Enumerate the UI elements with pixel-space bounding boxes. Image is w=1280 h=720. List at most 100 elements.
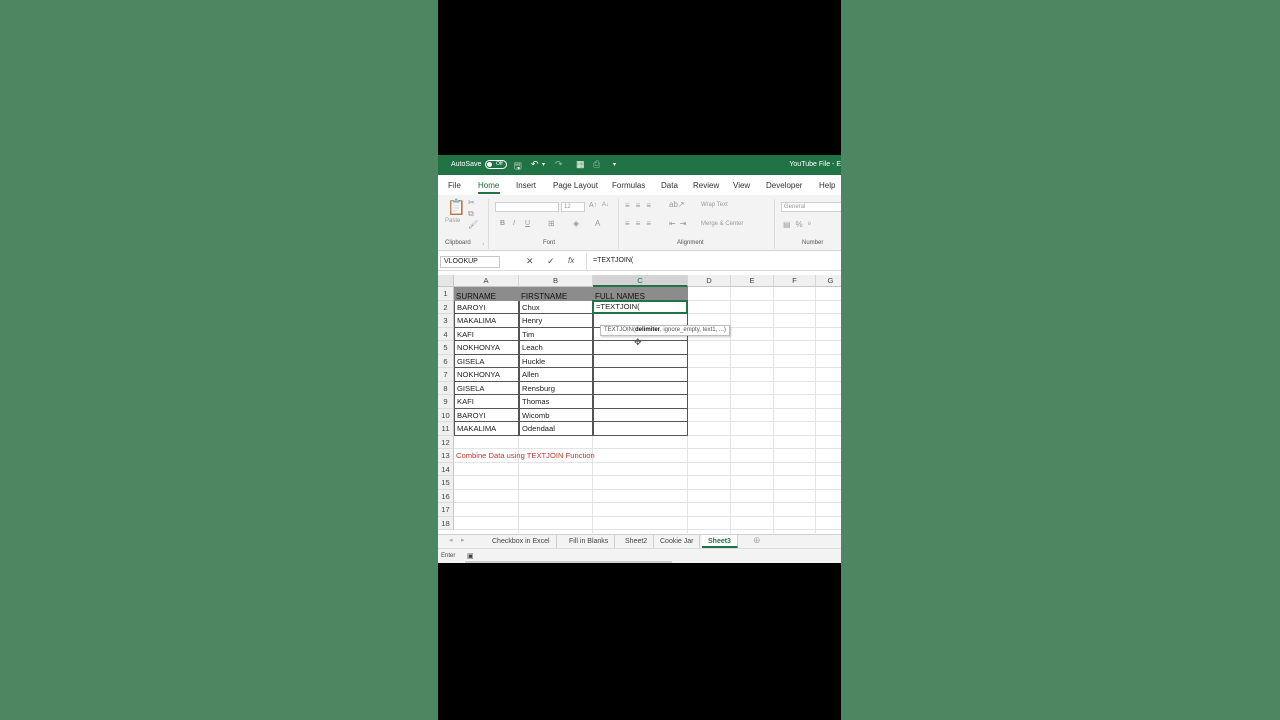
tab-help[interactable]: Help: [819, 181, 835, 190]
vertical-align-icons[interactable]: ≡≡≡: [625, 201, 657, 210]
column-header-g[interactable]: G: [816, 275, 841, 287]
column-header-a[interactable]: A: [454, 275, 519, 287]
row-header-8[interactable]: 8: [438, 381, 454, 395]
row-header-1[interactable]: 1: [438, 287, 454, 301]
number-format-box[interactable]: General: [781, 202, 841, 212]
tab-formulas[interactable]: Formulas: [612, 181, 645, 190]
sheet-tab-fill-in-blanks[interactable]: Fill in Blanks: [563, 535, 616, 548]
save-icon[interactable]: 🖫: [514, 159, 522, 175]
row-header-6[interactable]: 6: [438, 354, 454, 368]
font-color-icon[interactable]: A: [595, 219, 600, 228]
worksheet-grid[interactable]: A B C D E F G 1 2 3 4 5 6 7 8 9 10 11 12 13 14 15 16 17 18 SURNAM…: [438, 275, 841, 533]
full-name-cell[interactable]: [593, 422, 688, 436]
surname-cell[interactable]: MAKALIMA: [454, 422, 519, 436]
firstname-cell[interactable]: Huckle: [519, 354, 593, 368]
surname-cell[interactable]: BAROYI: [454, 408, 519, 422]
row-header-15[interactable]: 15: [438, 476, 454, 490]
customize-toolbar-icon[interactable]: ▾: [613, 161, 616, 168]
enter-icon[interactable]: ✓: [547, 256, 555, 267]
underline-icon[interactable]: U: [525, 220, 530, 227]
column-header-c[interactable]: C: [593, 275, 688, 287]
column-header-e[interactable]: E: [731, 275, 774, 287]
number-format-icons[interactable]: ▤%⁹: [783, 220, 816, 229]
undo-dropdown-icon[interactable]: ▾: [542, 161, 545, 168]
tooltip-current-arg[interactable]: delimiter: [635, 327, 660, 333]
row-header-12[interactable]: 12: [438, 435, 454, 449]
row-header-10[interactable]: 10: [438, 408, 454, 422]
redo-icon[interactable]: ↷: [555, 159, 563, 170]
tab-developer[interactable]: Developer: [766, 181, 802, 190]
tab-file[interactable]: File: [448, 181, 461, 190]
column-header-f[interactable]: F: [774, 275, 816, 287]
surname-cell[interactable]: BAROYI: [454, 300, 519, 314]
merge-center-button[interactable]: Merge & Center: [701, 221, 743, 227]
row-header-17[interactable]: 17: [438, 503, 454, 517]
select-all-corner[interactable]: [438, 275, 454, 287]
increase-font-icon[interactable]: A↑: [589, 202, 597, 209]
row-header-13[interactable]: 13: [438, 449, 454, 463]
indent-icons[interactable]: ⇤⇥: [669, 219, 690, 228]
column-header-b[interactable]: B: [519, 275, 593, 287]
macro-record-icon[interactable]: ▣: [467, 552, 474, 560]
full-name-cell[interactable]: [593, 368, 688, 382]
print-icon[interactable]: ⎙: [593, 159, 600, 170]
row-header-16[interactable]: 16: [438, 489, 454, 503]
surname-cell[interactable]: KAFI: [454, 395, 519, 409]
prev-sheet-icon[interactable]: ◂: [449, 536, 453, 544]
bold-icon[interactable]: B: [500, 220, 505, 227]
firstname-cell[interactable]: Odendaal: [519, 422, 593, 436]
font-name-box[interactable]: [495, 202, 559, 212]
full-name-cell[interactable]: [593, 395, 688, 409]
copy-icon[interactable]: ⧉: [468, 209, 474, 219]
full-name-cell[interactable]: [593, 381, 688, 395]
header-cell-b[interactable]: FIRSTNAME: [519, 287, 593, 301]
full-name-cell[interactable]: [593, 408, 688, 422]
surname-cell[interactable]: GISELA: [454, 354, 519, 368]
sheet-tab-sheet3[interactable]: Sheet3: [702, 535, 738, 548]
row-header-5[interactable]: 5: [438, 341, 454, 355]
sheet-tab-checkbox-in-excel[interactable]: Checkbox in Excel: [486, 535, 557, 548]
firstname-cell[interactable]: Wicomb: [519, 408, 593, 422]
row-header-3[interactable]: 3: [438, 314, 454, 328]
tab-home[interactable]: Home: [478, 181, 499, 190]
wrap-text-button[interactable]: Wrap Text: [701, 202, 728, 208]
insert-function-icon[interactable]: fx: [568, 256, 574, 265]
fill-color-icon[interactable]: ◈: [573, 219, 579, 228]
next-sheet-icon[interactable]: ▸: [461, 536, 465, 544]
surname-cell[interactable]: NOKHONYA: [454, 341, 519, 355]
firstname-cell[interactable]: Allen: [519, 368, 593, 382]
tab-page-layout[interactable]: Page Layout: [553, 181, 598, 190]
italic-icon[interactable]: I: [513, 220, 515, 227]
row-header-9[interactable]: 9: [438, 395, 454, 409]
tab-insert[interactable]: Insert: [516, 181, 536, 190]
format-painter-icon[interactable]: 🖌: [468, 220, 478, 229]
undo-icon[interactable]: ↶: [531, 159, 539, 170]
add-sheet-icon[interactable]: ⊕: [753, 535, 761, 546]
firstname-cell[interactable]: Rensburg: [519, 381, 593, 395]
surname-cell[interactable]: KAFI: [454, 327, 519, 341]
firstname-cell[interactable]: Chux: [519, 300, 593, 314]
formula-input[interactable]: =TEXTJOIN(: [586, 253, 841, 271]
orientation-icon[interactable]: ab↗: [669, 200, 685, 209]
row-header-18[interactable]: 18: [438, 516, 454, 530]
surname-cell[interactable]: GISELA: [454, 381, 519, 395]
decrease-font-icon[interactable]: A↓: [602, 202, 609, 208]
tab-review[interactable]: Review: [693, 181, 719, 190]
full-name-cell[interactable]: [593, 354, 688, 368]
firstname-cell[interactable]: Henry: [519, 314, 593, 328]
surname-cell[interactable]: MAKALIMA: [454, 314, 519, 328]
cut-icon[interactable]: ✂: [468, 198, 475, 207]
firstname-cell[interactable]: Thomas: [519, 395, 593, 409]
row-header-4[interactable]: 4: [438, 327, 454, 341]
autosave-toggle[interactable]: Off: [485, 160, 507, 169]
surname-cell[interactable]: NOKHONYA: [454, 368, 519, 382]
header-cell-c[interactable]: FULL NAMES: [593, 287, 688, 301]
tab-view[interactable]: View: [733, 181, 750, 190]
firstname-cell[interactable]: Leach: [519, 341, 593, 355]
sheet-tab-sheet2[interactable]: Sheet2: [619, 535, 655, 548]
firstname-cell[interactable]: Tim: [519, 327, 593, 341]
row-header-14[interactable]: 14: [438, 462, 454, 476]
cancel-icon[interactable]: ✕: [526, 256, 534, 267]
active-cell-c2[interactable]: =TEXTJOIN(: [592, 299, 688, 314]
name-box[interactable]: VLOOKUP: [440, 256, 500, 268]
